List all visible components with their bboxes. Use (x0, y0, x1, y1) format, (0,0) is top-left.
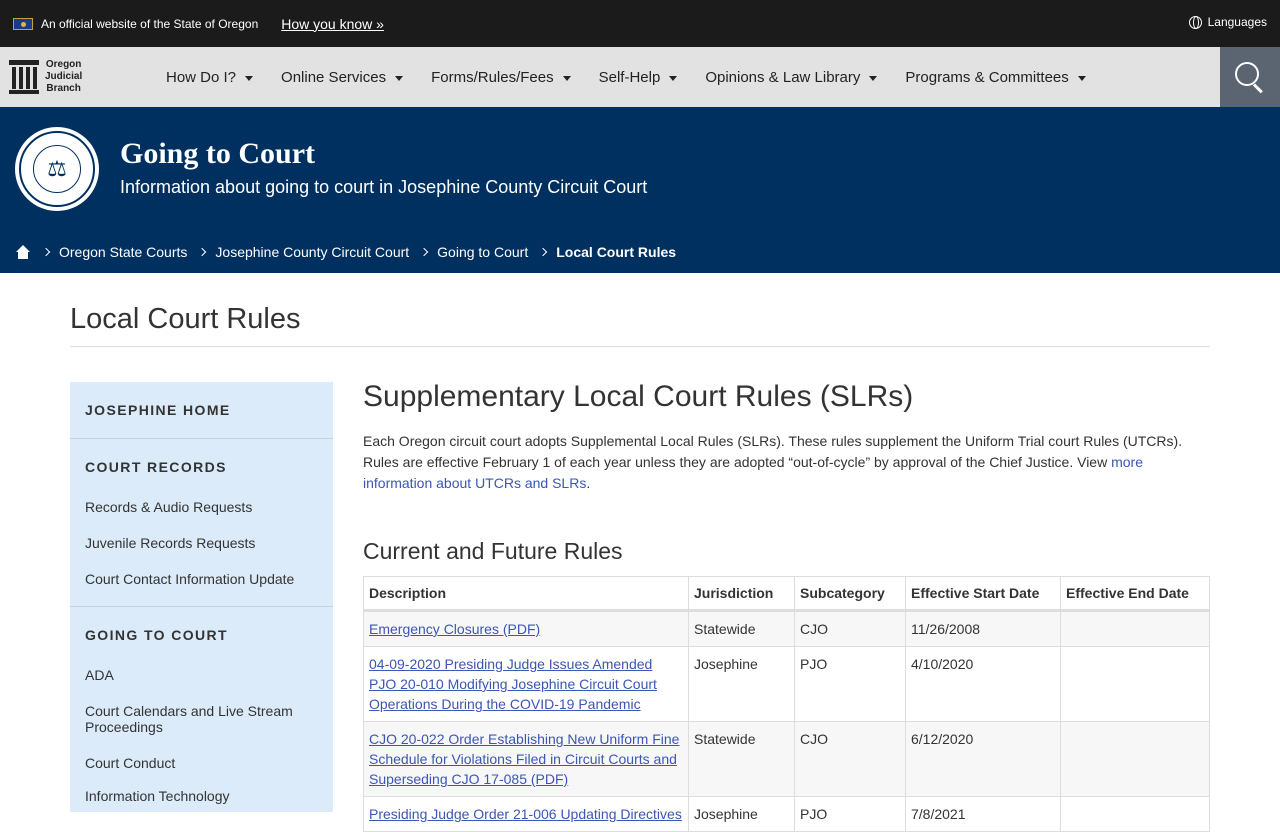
globe-icon (1188, 15, 1202, 29)
cell-end-date (1060, 796, 1210, 832)
title-divider (70, 346, 1210, 347)
chevron-right-icon (198, 247, 207, 257)
breadcrumb-current: Local Court Rules (556, 244, 677, 260)
col-description: Description (363, 576, 689, 612)
search-icon (1235, 62, 1265, 94)
col-effective-end: Effective End Date (1060, 576, 1210, 612)
sidebar-heading-going-to-court[interactable]: GOING TO COURT (70, 607, 333, 663)
cell-subcategory: CJO (794, 721, 906, 797)
page-title: Local Court Rules (70, 303, 301, 335)
rule-link[interactable]: 04-09-2020 Presiding Judge Issues Amende… (369, 656, 657, 712)
sidebar-item-information-technology[interactable]: Information Technology (70, 788, 333, 804)
oregon-flag-icon (13, 17, 33, 30)
chevron-right-icon (41, 247, 51, 257)
cell-jurisdiction: Josephine (688, 646, 795, 722)
table-row: 04-09-2020 Presiding Judge Issues Amende… (363, 646, 1210, 722)
cell-start-date: 6/12/2020 (905, 721, 1061, 797)
sidebar: JOSEPHINE HOME COURT RECORDS Records & A… (70, 382, 333, 812)
nav-forms-rules-fees[interactable]: Forms/Rules/Fees (431, 69, 571, 86)
nav-opinions-law-library[interactable]: Opinions & Law Library (705, 69, 878, 86)
sidebar-item-records-audio[interactable]: Records & Audio Requests (70, 499, 333, 515)
home-icon[interactable] (15, 245, 31, 259)
breadcrumb-josephine-circuit-court[interactable]: Josephine County Circuit Court (215, 244, 409, 260)
nav-programs-committees[interactable]: Programs & Committees (905, 69, 1086, 86)
cell-start-date: 7/8/2021 (905, 796, 1061, 832)
table-row: Emergency Closures (PDF) Statewide CJO 1… (363, 610, 1210, 647)
nav-self-help[interactable]: Self-Help (599, 69, 678, 86)
sidebar-item-contact-update[interactable]: Court Contact Information Update (70, 571, 333, 587)
slr-heading: Supplementary Local Court Rules (SLRs) (363, 380, 914, 413)
cell-start-date: 11/26/2008 (905, 610, 1061, 647)
cell-jurisdiction: Statewide (688, 721, 795, 797)
sidebar-item-court-conduct[interactable]: Court Conduct (70, 755, 333, 771)
chevron-right-icon (419, 247, 429, 257)
courthouse-icon (9, 60, 39, 94)
cell-subcategory: PJO (794, 796, 906, 832)
col-subcategory: Subcategory (794, 576, 906, 612)
rules-table: Description Jurisdiction Subcategory Eff… (363, 576, 1210, 832)
rule-link[interactable]: CJO 20-022 Order Establishing New Unifor… (369, 731, 679, 787)
cell-subcategory: PJO (794, 646, 906, 722)
how-you-know-link[interactable]: How you know » (281, 16, 384, 32)
languages-button[interactable]: Languages (1188, 15, 1267, 29)
ojb-logo[interactable]: Oregon Judicial Branch (0, 59, 160, 95)
judicial-department-seal-icon: ⚖ (15, 127, 99, 211)
caret-down-icon (395, 75, 404, 81)
cell-jurisdiction: Statewide (688, 610, 795, 647)
table-row: Presiding Judge Order 21-006 Updating Di… (363, 796, 1210, 832)
breadcrumb-going-to-court[interactable]: Going to Court (437, 244, 528, 260)
sidebar-item-ada[interactable]: ADA (70, 667, 333, 683)
cell-jurisdiction: Josephine (688, 796, 795, 832)
hero-title: Going to Court (120, 137, 315, 170)
cell-subcategory: CJO (794, 610, 906, 647)
sidebar-josephine-home[interactable]: JOSEPHINE HOME (70, 382, 333, 438)
main-navigation: Oregon Judicial Branch How Do I? Online … (0, 47, 1280, 107)
chevron-right-icon (538, 247, 548, 257)
col-jurisdiction: Jurisdiction (688, 576, 795, 612)
cell-end-date (1060, 610, 1210, 647)
col-effective-start: Effective Start Date (905, 576, 1061, 612)
intro-paragraph: Each Oregon circuit court adopts Supplem… (363, 433, 1183, 491)
nav-how-do-i[interactable]: How Do I? (166, 69, 254, 86)
caret-down-icon (1077, 75, 1086, 81)
current-rules-heading: Current and Future Rules (363, 538, 623, 564)
languages-label: Languages (1207, 15, 1267, 29)
caret-down-icon (245, 75, 254, 81)
main-content: Supplementary Local Court Rules (SLRs) E… (363, 380, 1210, 832)
hero-subtitle: Information about going to court in Jose… (120, 177, 648, 197)
caret-down-icon (869, 75, 878, 81)
cell-end-date (1060, 646, 1210, 722)
search-button[interactable] (1220, 47, 1280, 107)
official-banner: An official website of the State of Oreg… (0, 0, 1280, 47)
caret-down-icon (562, 75, 571, 81)
rule-link[interactable]: Emergency Closures (PDF) (369, 621, 540, 637)
brand-name: Oregon Judicial Branch (45, 59, 83, 94)
official-text: An official website of the State of Oreg… (41, 16, 259, 31)
cell-start-date: 4/10/2020 (905, 646, 1061, 722)
table-row: CJO 20-022 Order Establishing New Unifor… (363, 721, 1210, 797)
breadcrumb-oregon-state-courts[interactable]: Oregon State Courts (59, 244, 187, 260)
sidebar-item-court-calendars[interactable]: Court Calendars and Live Stream Proceedi… (70, 703, 333, 735)
cell-end-date (1060, 721, 1210, 797)
hero-banner: ⚖ Going to Court Information about going… (0, 107, 1280, 273)
breadcrumb: Oregon State Courts Josephine County Cir… (15, 244, 676, 260)
sidebar-heading-court-records[interactable]: COURT RECORDS (70, 439, 333, 495)
caret-down-icon (669, 75, 678, 81)
rule-link[interactable]: Presiding Judge Order 21-006 Updating Di… (369, 806, 682, 822)
sidebar-item-juvenile-records[interactable]: Juvenile Records Requests (70, 535, 333, 551)
nav-online-services[interactable]: Online Services (281, 69, 404, 86)
